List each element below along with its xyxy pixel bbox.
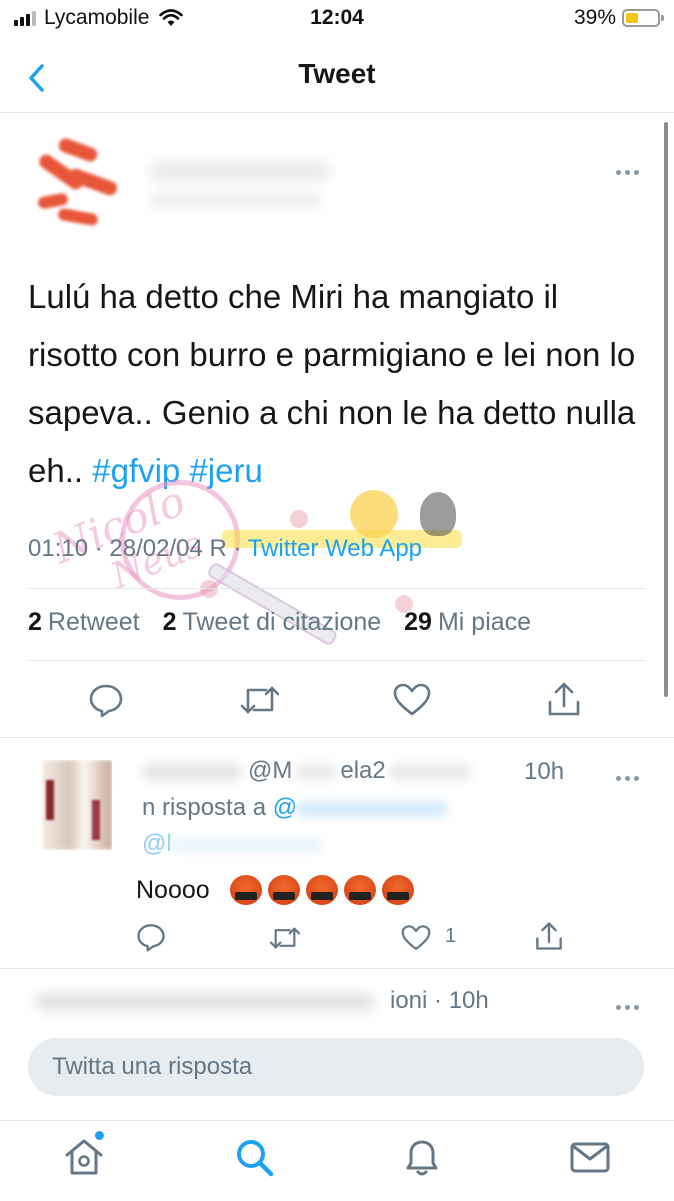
mention-link[interactable]: @ [273, 794, 297, 821]
watermark-paw [200, 580, 218, 598]
retweet-icon[interactable] [268, 924, 302, 952]
retweets-stat[interactable]: 2 Retweet [28, 608, 140, 636]
more-options-icon[interactable] [616, 768, 646, 781]
battery-fill [626, 13, 638, 23]
reply-handle: @M [248, 757, 293, 784]
author-name-redacted[interactable] [150, 160, 330, 182]
scrollbar[interactable] [664, 122, 668, 697]
tweet-stats: 2 Retweet 2 Tweet di citazione 29 Mi piace [28, 608, 547, 637]
quotes-stat[interactable]: 2 Tweet di citazione [163, 608, 382, 636]
reply-name-redacted [142, 763, 242, 780]
author-avatar[interactable] [28, 135, 123, 230]
divider [0, 737, 674, 738]
notifications-icon[interactable] [400, 1135, 444, 1179]
reply-icon[interactable] [136, 922, 166, 952]
meta-separator: · [226, 535, 248, 562]
home-icon[interactable] [62, 1135, 106, 1179]
reply-header-redacted [35, 993, 375, 1011]
tab-bar [0, 1120, 674, 1201]
tweet-source-link[interactable]: Twitter Web App [248, 535, 422, 562]
angry-face-emoji-icon [267, 875, 300, 905]
angry-face-emoji-icon [343, 875, 376, 905]
battery-percent: 39% [573, 6, 616, 29]
mention-text: @l [142, 830, 172, 857]
reply-body: Noooo [136, 875, 210, 904]
share-icon[interactable] [534, 920, 564, 952]
divider [28, 588, 646, 589]
angry-face-emoji-icon [381, 875, 414, 905]
tweet-meta: 01:10 · 28/02/04 R · Twitter Web App [28, 535, 422, 563]
more-options-icon[interactable] [616, 997, 646, 1010]
share-icon[interactable] [546, 680, 582, 718]
tweet-text: Lulú ha detto che Miri ha mangiato il ri… [28, 268, 638, 500]
like-count: 1 [445, 925, 457, 947]
status-time: 12:04 [310, 6, 364, 29]
reply-avatar[interactable] [42, 760, 112, 850]
compose-bar [0, 1020, 674, 1120]
like-icon[interactable] [392, 682, 432, 718]
replying-prefix: n risposta a [142, 794, 267, 821]
reply-header: ioni · 10h [390, 987, 489, 1014]
reply-icon[interactable] [88, 682, 124, 718]
like-icon[interactable] [400, 924, 432, 952]
notification-dot [95, 1131, 104, 1140]
likes-stat[interactable]: 29 Mi piace [404, 608, 531, 636]
divider [28, 660, 646, 661]
status-right: 39% [573, 6, 664, 30]
hashtag-link[interactable]: #gfvip [92, 452, 180, 489]
divider [0, 968, 674, 969]
messages-icon[interactable] [568, 1135, 612, 1179]
watermark-paw [290, 510, 308, 528]
avatar[interactable] [28, 135, 123, 230]
mention-link[interactable]: @l [142, 830, 322, 858]
search-icon[interactable] [232, 1135, 276, 1179]
page-title: Tweet [298, 58, 376, 89]
reply-text: Noooo [136, 875, 414, 905]
reply-timestamp: 10h [524, 758, 565, 785]
status-bar: Lycamobile 12:04 39% [0, 0, 674, 40]
nav-bar: Tweet [0, 44, 674, 113]
author-handle-redacted[interactable] [150, 192, 320, 208]
reply-input[interactable] [28, 1038, 644, 1096]
battery-icon [622, 9, 664, 27]
replying-to: n risposta a @ [142, 794, 448, 822]
angry-face-emoji-icon [305, 875, 338, 905]
retweet-icon[interactable] [240, 682, 280, 718]
hashtag-link[interactable]: #jeru [189, 452, 262, 489]
reply-handle-tail: ela2 [340, 757, 386, 784]
more-options-icon[interactable] [616, 162, 646, 175]
angry-face-emoji-icon [229, 875, 262, 905]
reply-header[interactable]: @M ela2 [142, 757, 470, 785]
tweet-timestamp: 01:10 · 28/02/04 R [28, 535, 227, 562]
